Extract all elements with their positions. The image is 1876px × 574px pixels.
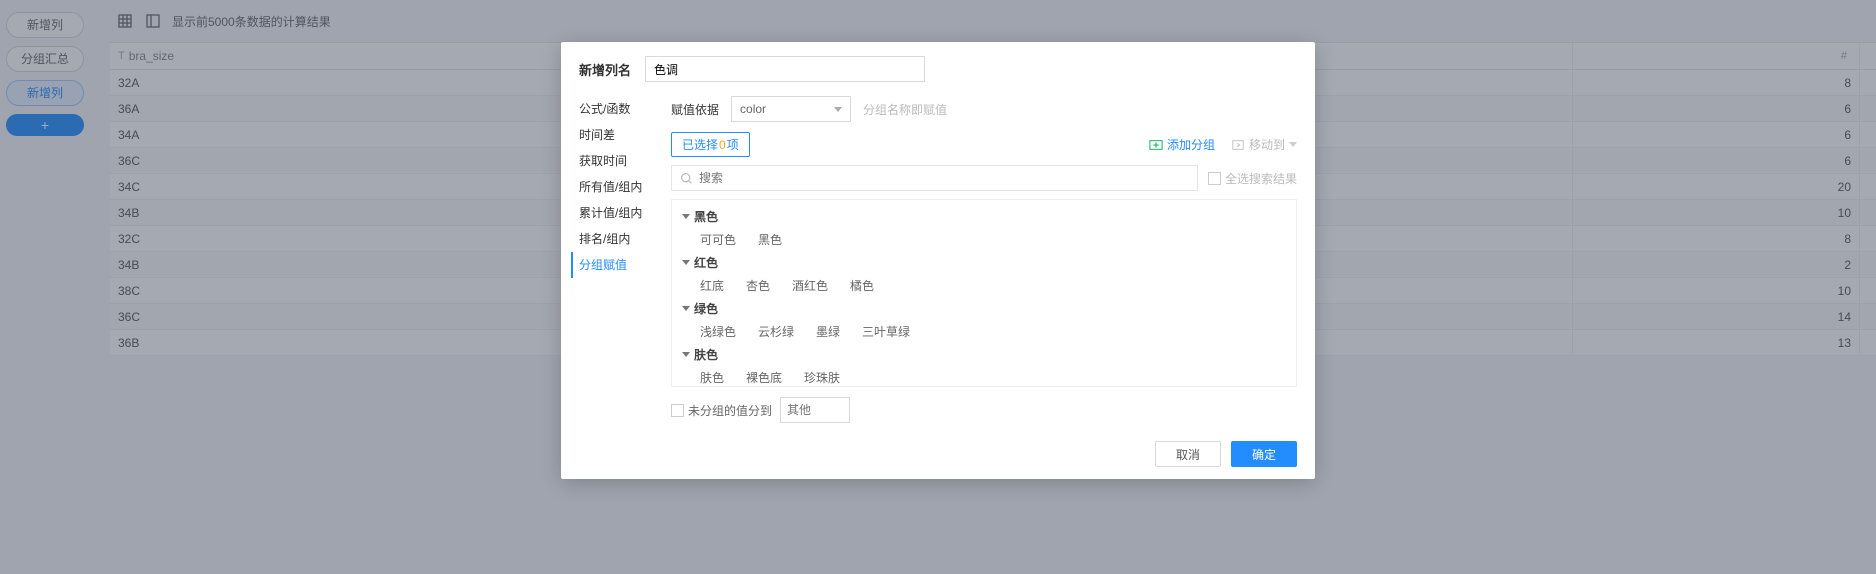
new-column-name-input[interactable]: [645, 56, 925, 82]
basis-label: 赋值依据: [671, 101, 719, 118]
group-item[interactable]: 云杉绿: [758, 323, 794, 340]
modal-dialog: 新增列名 公式/函数时间差获取时间所有值/组内累计值/组内排名/组内分组赋值 赋…: [561, 42, 1315, 479]
group-item[interactable]: 橘色: [850, 277, 874, 294]
group-name: 绿色: [694, 300, 718, 317]
nav-item-6[interactable]: 分组赋值: [571, 252, 651, 278]
nav-item-1[interactable]: 时间差: [579, 122, 651, 148]
group: 肤色肤色裸色底珍珠肤: [682, 346, 1286, 386]
select-all-label: 全选搜索结果: [1225, 170, 1297, 187]
add-group-button[interactable]: 添加分组: [1149, 136, 1215, 153]
group-item[interactable]: 杏色: [746, 277, 770, 294]
nav-item-2[interactable]: 获取时间: [579, 148, 651, 174]
group-item[interactable]: 浅绿色: [700, 323, 736, 340]
group-items: 浅绿色 云杉绿 墨绿 三叶草绿: [682, 317, 1286, 340]
modal-title-label: 新增列名: [579, 60, 631, 79]
checkbox-icon: [671, 404, 684, 417]
unassigned-checkbox[interactable]: 未分组的值分到: [671, 402, 772, 419]
group-item[interactable]: 三叶草绿: [862, 323, 910, 340]
search-box[interactable]: [671, 165, 1198, 191]
group-item[interactable]: 裸色底: [746, 369, 782, 386]
collapse-triangle-icon: [682, 260, 690, 265]
group-item[interactable]: 黑色: [758, 231, 782, 248]
group-name: 肤色: [694, 346, 718, 363]
move-to-button: 移动到: [1231, 136, 1297, 153]
ok-button[interactable]: 确定: [1231, 441, 1297, 467]
chevron-down-icon: [834, 107, 842, 112]
group-items: 可可色 黑色: [682, 225, 1286, 248]
group-header[interactable]: 红色: [682, 254, 1286, 271]
group-header[interactable]: 黑色: [682, 208, 1286, 225]
group-items: 红底 杏色 酒红色 橘色: [682, 271, 1286, 294]
selected-count-badge[interactable]: 已选择0项: [671, 132, 750, 157]
checkbox-icon: [1208, 172, 1221, 185]
collapse-triangle-icon: [682, 306, 690, 311]
collapse-triangle-icon: [682, 214, 690, 219]
group-item[interactable]: 肤色: [700, 369, 724, 386]
group-item[interactable]: 珍珠肤: [804, 369, 840, 386]
add-group-label: 添加分组: [1167, 136, 1215, 153]
group: 黑色可可色黑色: [682, 208, 1286, 248]
chevron-down-icon: [1289, 142, 1297, 147]
group-item[interactable]: 墨绿: [816, 323, 840, 340]
group-items: 肤色 裸色底 珍珠肤: [682, 363, 1286, 386]
cancel-button[interactable]: 取消: [1155, 441, 1221, 467]
group-item[interactable]: 红底: [700, 277, 724, 294]
search-input[interactable]: [699, 171, 1189, 185]
modal-nav: 公式/函数时间差获取时间所有值/组内累计值/组内排名/组内分组赋值: [561, 96, 651, 431]
group-name: 黑色: [694, 208, 718, 225]
nav-item-4[interactable]: 累计值/组内: [579, 200, 651, 226]
collapse-triangle-icon: [682, 352, 690, 357]
group: 红色红底 杏色 酒红色 橘色: [682, 254, 1286, 294]
group-item[interactable]: 酒红色: [792, 277, 828, 294]
groups-pane[interactable]: 黑色可可色黑色红色红底杏色酒红色橘色绿色浅绿色云杉绿墨绿三叶草绿肤色肤色裸色底珍…: [671, 199, 1297, 387]
modal-overlay: 新增列名 公式/函数时间差获取时间所有值/组内累计值/组内排名/组内分组赋值 赋…: [0, 0, 1876, 574]
basis-select[interactable]: color: [731, 96, 851, 122]
unassigned-target-input[interactable]: [780, 397, 850, 423]
basis-selected-value: color: [740, 102, 766, 116]
nav-item-3[interactable]: 所有值/组内: [579, 174, 651, 200]
group-item[interactable]: 可可色: [700, 231, 736, 248]
nav-item-5[interactable]: 排名/组内: [579, 226, 651, 252]
group-header[interactable]: 绿色: [682, 300, 1286, 317]
nav-item-0[interactable]: 公式/函数: [579, 96, 651, 122]
badge-suffix: 项: [727, 138, 739, 152]
search-icon: [680, 172, 693, 185]
group: 绿色浅绿色 云杉绿 墨绿 三叶草绿: [682, 300, 1286, 340]
group-header[interactable]: 肤色: [682, 346, 1286, 363]
badge-prefix: 已选择: [682, 138, 718, 152]
badge-count: 0: [719, 138, 726, 152]
group-name: 红色: [694, 254, 718, 271]
unassigned-label: 未分组的值分到: [688, 402, 772, 419]
move-to-label: 移动到: [1249, 136, 1285, 153]
basis-hint: 分组名称即赋值: [863, 101, 947, 118]
select-all-checkbox[interactable]: 全选搜索结果: [1208, 170, 1297, 187]
